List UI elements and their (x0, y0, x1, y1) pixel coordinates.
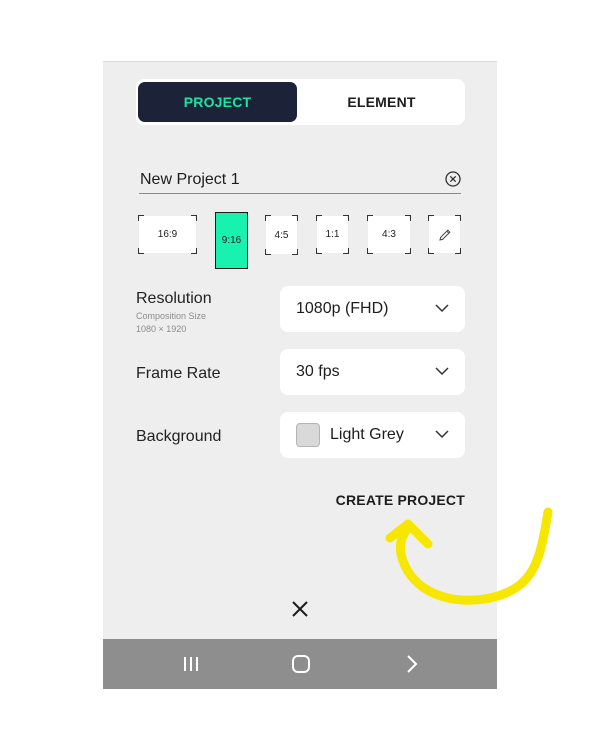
background-dropdown[interactable]: Light Grey (280, 412, 465, 458)
chevron-down-icon (435, 304, 449, 313)
recent-apps-icon[interactable] (180, 653, 202, 675)
ratio-16-9[interactable]: 16:9 (138, 215, 197, 254)
back-icon[interactable] (401, 653, 423, 675)
background-label: Background (136, 428, 222, 445)
frame-rate-dropdown[interactable]: 30 fps (280, 349, 465, 395)
project-name-field[interactable]: New Project 1 (139, 165, 461, 194)
frame-rate-value: 30 fps (296, 363, 340, 380)
ratio-label: 9:16 (221, 235, 242, 246)
ratio-label: 1:1 (325, 229, 340, 240)
resolution-value: 1080p (FHD) (296, 300, 389, 317)
ratio-label: 4:3 (382, 229, 396, 240)
resolution-dropdown[interactable]: 1080p (FHD) (280, 286, 465, 332)
system-nav-bar (103, 639, 497, 689)
chevron-down-icon (435, 430, 449, 439)
frame-rate-label: Frame Rate (136, 365, 221, 382)
chevron-down-icon (435, 367, 449, 376)
tab-project[interactable]: PROJECT (138, 82, 297, 122)
home-icon[interactable] (290, 653, 312, 675)
resolution-label: Resolution (136, 290, 212, 307)
ratio-label: 4:5 (274, 229, 289, 241)
tab-element[interactable]: ELEMENT (302, 82, 461, 122)
pencil-icon (438, 228, 451, 241)
ratio-custom[interactable] (428, 215, 461, 254)
ratio-1-1[interactable]: 1:1 (316, 215, 349, 254)
project-name-value[interactable]: New Project 1 (140, 171, 240, 189)
close-x-icon[interactable] (291, 600, 309, 618)
background-value: Light Grey (330, 426, 404, 443)
clear-circle-icon[interactable] (445, 171, 461, 187)
ratio-4-3[interactable]: 4:3 (367, 215, 411, 254)
ratio-9-16[interactable]: 9:16 (215, 212, 248, 269)
mode-segmented-control: PROJECT ELEMENT (136, 79, 465, 125)
ratio-4-5[interactable]: 4:5 (265, 215, 298, 255)
annotation-arrow-icon (385, 507, 553, 605)
composition-size-label: Composition Size (136, 311, 207, 321)
color-swatch (296, 423, 320, 447)
composition-size-value: 1080 × 1920 (136, 324, 187, 334)
ratio-label: 16:9 (157, 229, 178, 240)
